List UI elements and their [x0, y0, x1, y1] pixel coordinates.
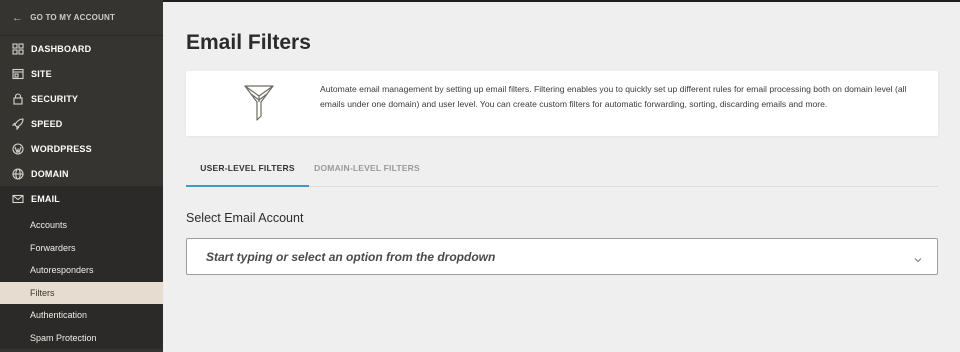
sidebar-item-domain[interactable]: DOMAIN — [0, 161, 163, 186]
sidebar-item-label: WORDPRESS — [31, 143, 92, 154]
main-content: Email Filters Automate email management … — [163, 0, 960, 352]
sidebar-item-wordpress[interactable]: WORDPRESS — [0, 136, 163, 161]
filter-tabs: USER-LEVEL FILTERS DOMAIN-LEVEL FILTERS — [186, 150, 938, 187]
submenu-item-authentication[interactable]: Authentication — [0, 304, 163, 327]
sidebar-item-label: EMAIL — [31, 193, 60, 204]
go-to-my-account-link[interactable]: ← GO TO MY ACCOUNT — [0, 0, 163, 36]
filter-funnel-icon — [241, 80, 277, 124]
sidebar-item-label: SECURITY — [31, 93, 79, 104]
sidebar-item-label: DASHBOARD — [31, 43, 92, 54]
sidebar-item-speed[interactable]: SPEED — [0, 111, 163, 136]
info-box: Automate email management by setting up … — [186, 71, 938, 136]
dashboard-icon — [12, 42, 24, 55]
page-title: Email Filters — [186, 31, 311, 54]
back-label: GO TO MY ACCOUNT — [30, 13, 116, 22]
arrow-left-icon: ← — [12, 11, 24, 24]
lock-icon — [12, 92, 24, 105]
info-description: Automate email management by setting up … — [320, 84, 907, 109]
site-icon — [12, 68, 24, 80]
submenu-item-autoresponders[interactable]: Autoresponders — [0, 259, 163, 282]
rocket-icon — [12, 117, 24, 130]
submenu-item-forwarders[interactable]: Forwarders — [0, 237, 163, 260]
sidebar-item-label: DOMAIN — [31, 168, 69, 179]
dropdown-placeholder: Start typing or select an option from th… — [206, 249, 496, 264]
submenu-item-accounts[interactable]: Accounts — [0, 214, 163, 237]
chevron-down-icon — [913, 252, 923, 263]
submenu-item-filters[interactable]: Filters — [0, 281, 163, 304]
sidebar-item-dashboard[interactable]: DASHBOARD — [0, 36, 163, 61]
globe-icon — [12, 167, 24, 180]
submenu-item-spam-protection[interactable]: Spam Protection — [0, 327, 163, 350]
wordpress-icon — [12, 142, 24, 155]
tab-user-level-filters[interactable]: USER-LEVEL FILTERS — [186, 150, 309, 187]
email-submenu: Accounts Forwarders Autoresponders Filte… — [0, 211, 163, 349]
sidebar: ← GO TO MY ACCOUNT DASHBOARD SITE SECURI… — [0, 0, 163, 352]
select-email-account-label: Select Email Account — [186, 211, 304, 225]
sidebar-item-security[interactable]: SECURITY — [0, 86, 163, 111]
sidebar-item-email[interactable]: EMAIL — [0, 186, 163, 211]
tab-domain-level-filters[interactable]: DOMAIN-LEVEL FILTERS — [309, 150, 425, 186]
email-account-dropdown[interactable]: Start typing or select an option from th… — [186, 238, 938, 275]
sidebar-item-label: SPEED — [31, 118, 63, 129]
sidebar-item-label: SITE — [31, 68, 52, 79]
envelope-icon — [12, 193, 24, 205]
sidebar-item-site[interactable]: SITE — [0, 61, 163, 86]
